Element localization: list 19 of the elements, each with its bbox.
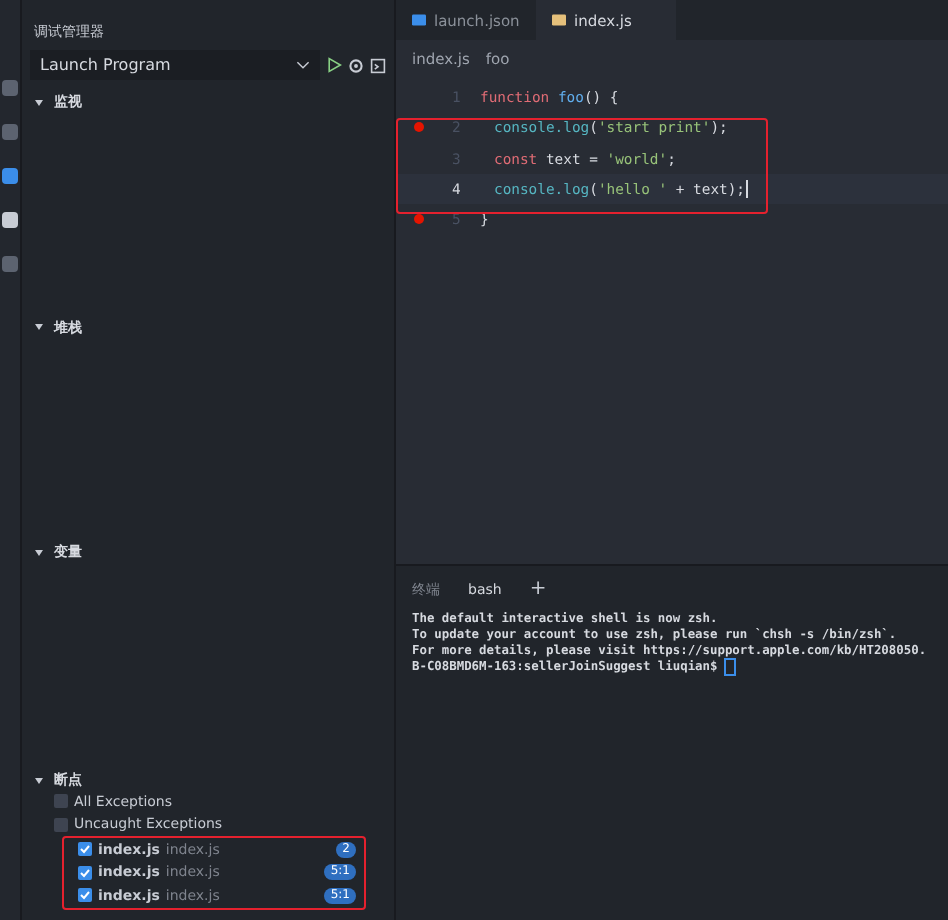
chevron-icon[interactable] [34,775,44,786]
chevron-icon[interactable] [34,97,44,107]
checkbox[interactable] [54,794,68,809]
breakpoint-dot[interactable] [414,122,424,133]
play-icon[interactable] [326,56,342,74]
chevron-icon[interactable] [34,322,44,333]
checkbox[interactable] [78,888,92,903]
settings-icon[interactable] [348,57,364,73]
file-icon [412,14,426,26]
checkbox[interactable] [78,865,92,880]
file-icon [552,14,566,26]
chevron-icon[interactable] [34,547,44,558]
launch-config-dropdown[interactable]: Launch Program [30,50,320,80]
checkbox[interactable] [78,842,92,857]
console-icon[interactable] [370,57,386,73]
add-terminal-button[interactable]: + [529,578,547,600]
breakpoint-dot[interactable] [414,214,424,225]
chevron-down-icon[interactable] [296,60,310,70]
checkbox[interactable] [54,817,68,832]
